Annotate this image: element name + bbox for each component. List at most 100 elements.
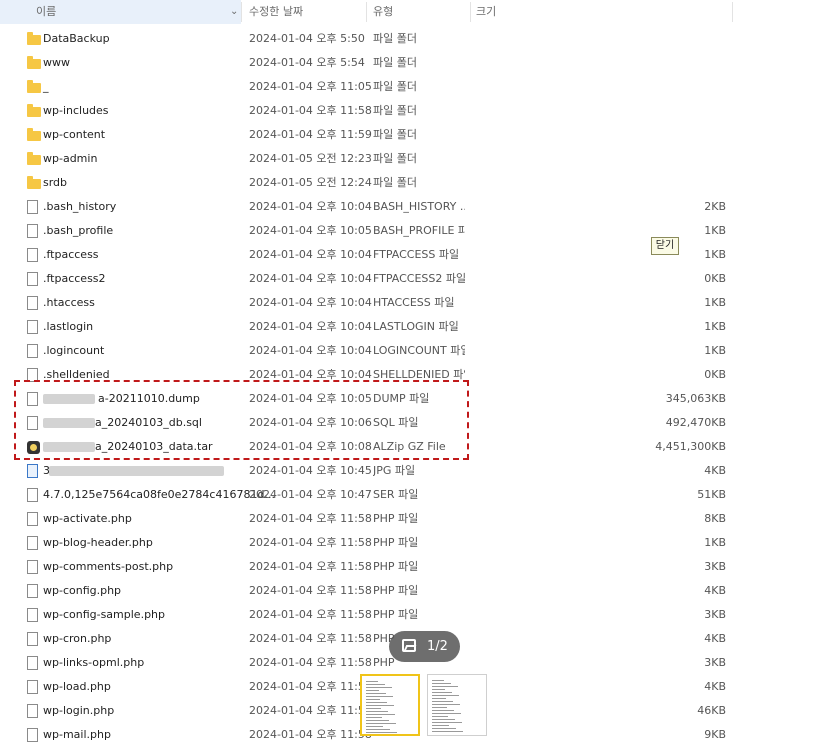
file-row[interactable]: .htaccess 2024-01-04 오후 10:04 HTACCESS 파일 1…: [0, 291, 733, 315]
chevron-down-icon[interactable]: ⌄: [230, 0, 238, 24]
modified-date: 2024-01-04 오후 10:04: [249, 320, 372, 333]
file-name: wp-load.php: [43, 680, 111, 693]
folder-row[interactable]: www 2024-01-04 오후 5:54 파일 폴더: [0, 51, 733, 75]
thumbnail-line: [432, 701, 453, 702]
file-size: 4KB: [704, 584, 726, 597]
file-row[interactable]: wp-links-opml.php 2024-01-04 오후 11:58 PHP 3…: [0, 651, 733, 675]
column-header-date[interactable]: 수정한 날짜: [249, 0, 303, 24]
redaction-blur: [49, 466, 224, 476]
file-row[interactable]: wp-blog-header.php 2024-01-04 오후 11:58 PHP…: [0, 531, 733, 555]
thumbnail-line: [432, 692, 452, 693]
folder-row[interactable]: DataBackup 2024-01-04 오후 5:50 파일 폴더: [0, 27, 733, 51]
file-row[interactable]: 4.7.0,125e7564ca08fe0e2784c416781d... 202…: [0, 483, 733, 507]
thumbnail-line: [366, 729, 390, 730]
file-icon: [27, 584, 38, 598]
column-divider[interactable]: [470, 2, 471, 22]
thumbnail-line: [366, 708, 381, 709]
modified-date: 2024-01-04 오후 5:54: [249, 56, 365, 69]
file-icon: [27, 224, 38, 238]
column-header-name[interactable]: 이름: [0, 0, 241, 24]
file-name: 4.7.0,125e7564ca08fe0e2784c416781d...: [43, 488, 275, 501]
file-icon: [27, 608, 38, 622]
file-size: 4KB: [704, 680, 726, 693]
thumbnail-line: [366, 720, 389, 721]
thumbnail-1[interactable]: [360, 674, 420, 736]
file-type: PHP 파일: [373, 584, 419, 597]
folder-icon: [27, 80, 41, 93]
file-name: .htaccess: [43, 296, 95, 309]
file-icon: [27, 560, 38, 574]
file-name: wp-config.php: [43, 584, 122, 597]
file-size: 345,063KB: [665, 392, 726, 405]
folder-row[interactable]: srdb 2024-01-05 오전 12:24 파일 폴더: [0, 171, 733, 195]
file-type: 파일 폴더: [373, 32, 417, 45]
file-row[interactable]: .ftpaccess2 2024-01-04 오후 10:04 FTPACCESS2…: [0, 267, 733, 291]
file-icon: [27, 728, 38, 742]
file-name: wp-config-sample.php: [43, 608, 166, 621]
file-type: 파일 폴더: [373, 56, 417, 69]
file-icon: [27, 704, 38, 718]
thumbnail-line: [432, 731, 463, 732]
image-counter-text: 1/2: [427, 639, 448, 654]
file-name: wp-activate.php: [43, 512, 132, 525]
file-name: wp-includes: [43, 104, 109, 117]
file-row[interactable]: wp-cron.php 2024-01-04 오후 11:58 PHP 4KB: [0, 627, 733, 651]
column-divider[interactable]: [241, 2, 242, 22]
file-icon: [27, 248, 38, 262]
file-name: wp-admin: [43, 152, 98, 165]
close-button[interactable]: 닫기: [651, 237, 679, 255]
thumbnail-line: [432, 683, 451, 684]
modified-date: 2024-01-04 오후 11:58: [249, 656, 372, 669]
modified-date: 2024-01-04 오후 11:58: [249, 584, 372, 597]
thumbnail-line: [366, 714, 395, 715]
thumbnail-line: [366, 702, 387, 703]
folder-row[interactable]: wp-admin 2024-01-05 오전 12:23 파일 폴더: [0, 147, 733, 171]
image-counter[interactable]: 1/2: [389, 631, 460, 662]
folder-row[interactable]: _ 2024-01-04 오후 11:05 파일 폴더: [0, 75, 733, 99]
file-row[interactable]: .lastlogin 2024-01-04 오후 10:04 LASTLOGIN 파…: [0, 315, 733, 339]
file-name: .bash_profile: [43, 224, 114, 237]
file-size: 492,470KB: [665, 416, 726, 429]
file-size: 1KB: [704, 296, 726, 309]
file-type: PHP 파일: [373, 512, 419, 525]
folder-row[interactable]: wp-content 2024-01-04 오후 11:59 파일 폴더: [0, 123, 733, 147]
column-divider[interactable]: [732, 2, 733, 22]
file-row[interactable]: .bash_profile 2024-01-04 오후 10:05 BASH_PRO…: [0, 219, 733, 243]
file-size: 0KB: [704, 368, 726, 381]
file-size: 0KB: [704, 272, 726, 285]
image-icon: [402, 639, 416, 652]
image-file-icon: [27, 464, 38, 478]
thumbnail-line: [366, 705, 394, 706]
file-icon: [27, 536, 38, 550]
file-row[interactable]: .ftpaccess 2024-01-04 오후 10:04 FTPACCESS 파…: [0, 243, 733, 267]
file-name: .lastlogin: [43, 320, 94, 333]
modified-date: 2024-01-04 오후 11:58: [249, 632, 372, 645]
modified-date: 2024-01-04 오후 11:59: [249, 128, 372, 141]
file-icon: [27, 344, 38, 358]
modified-date: 2024-01-04 오후 10:47: [249, 488, 372, 501]
modified-date: 2024-01-04 오후 11:58: [249, 512, 372, 525]
modified-date: 2024-01-05 오전 12:23: [249, 152, 372, 165]
thumbnail-line: [432, 704, 460, 705]
thumbnail-2[interactable]: [427, 674, 487, 736]
file-row[interactable]: wp-activate.php 2024-01-04 오후 11:58 PHP 파일…: [0, 507, 733, 531]
thumbnail-line: [432, 680, 444, 681]
file-row[interactable]: wp-config-sample.php 2024-01-04 오후 11:58 P…: [0, 603, 733, 627]
column-divider[interactable]: [366, 2, 367, 22]
file-name: wp-blog-header.php: [43, 536, 153, 549]
modified-date: 2024-01-04 오후 11:58: [249, 608, 372, 621]
file-row[interactable]: wp-config.php 2024-01-04 오후 11:58 PHP 파일 4K…: [0, 579, 733, 603]
folder-row[interactable]: wp-includes 2024-01-04 오후 11:58 파일 폴더: [0, 99, 733, 123]
file-row[interactable]: .bash_history 2024-01-04 오후 10:04 BASH_HIS…: [0, 195, 733, 219]
thumbnail-line: [366, 690, 379, 691]
file-type: SER 파일: [373, 488, 419, 501]
file-row[interactable]: wp-comments-post.php 2024-01-04 오후 11:58 P…: [0, 555, 733, 579]
file-name: www: [43, 56, 70, 69]
column-header-type[interactable]: 유형: [373, 0, 393, 24]
file-row[interactable]: .logincount 2024-01-04 오후 10:04 LOGINCOUNT…: [0, 339, 733, 363]
column-header-size[interactable]: 크기: [476, 0, 496, 24]
file-size: 4KB: [704, 464, 726, 477]
file-icon: [27, 272, 38, 286]
folder-icon: [27, 56, 41, 69]
modified-date: 2024-01-04 오후 10:04: [249, 344, 372, 357]
